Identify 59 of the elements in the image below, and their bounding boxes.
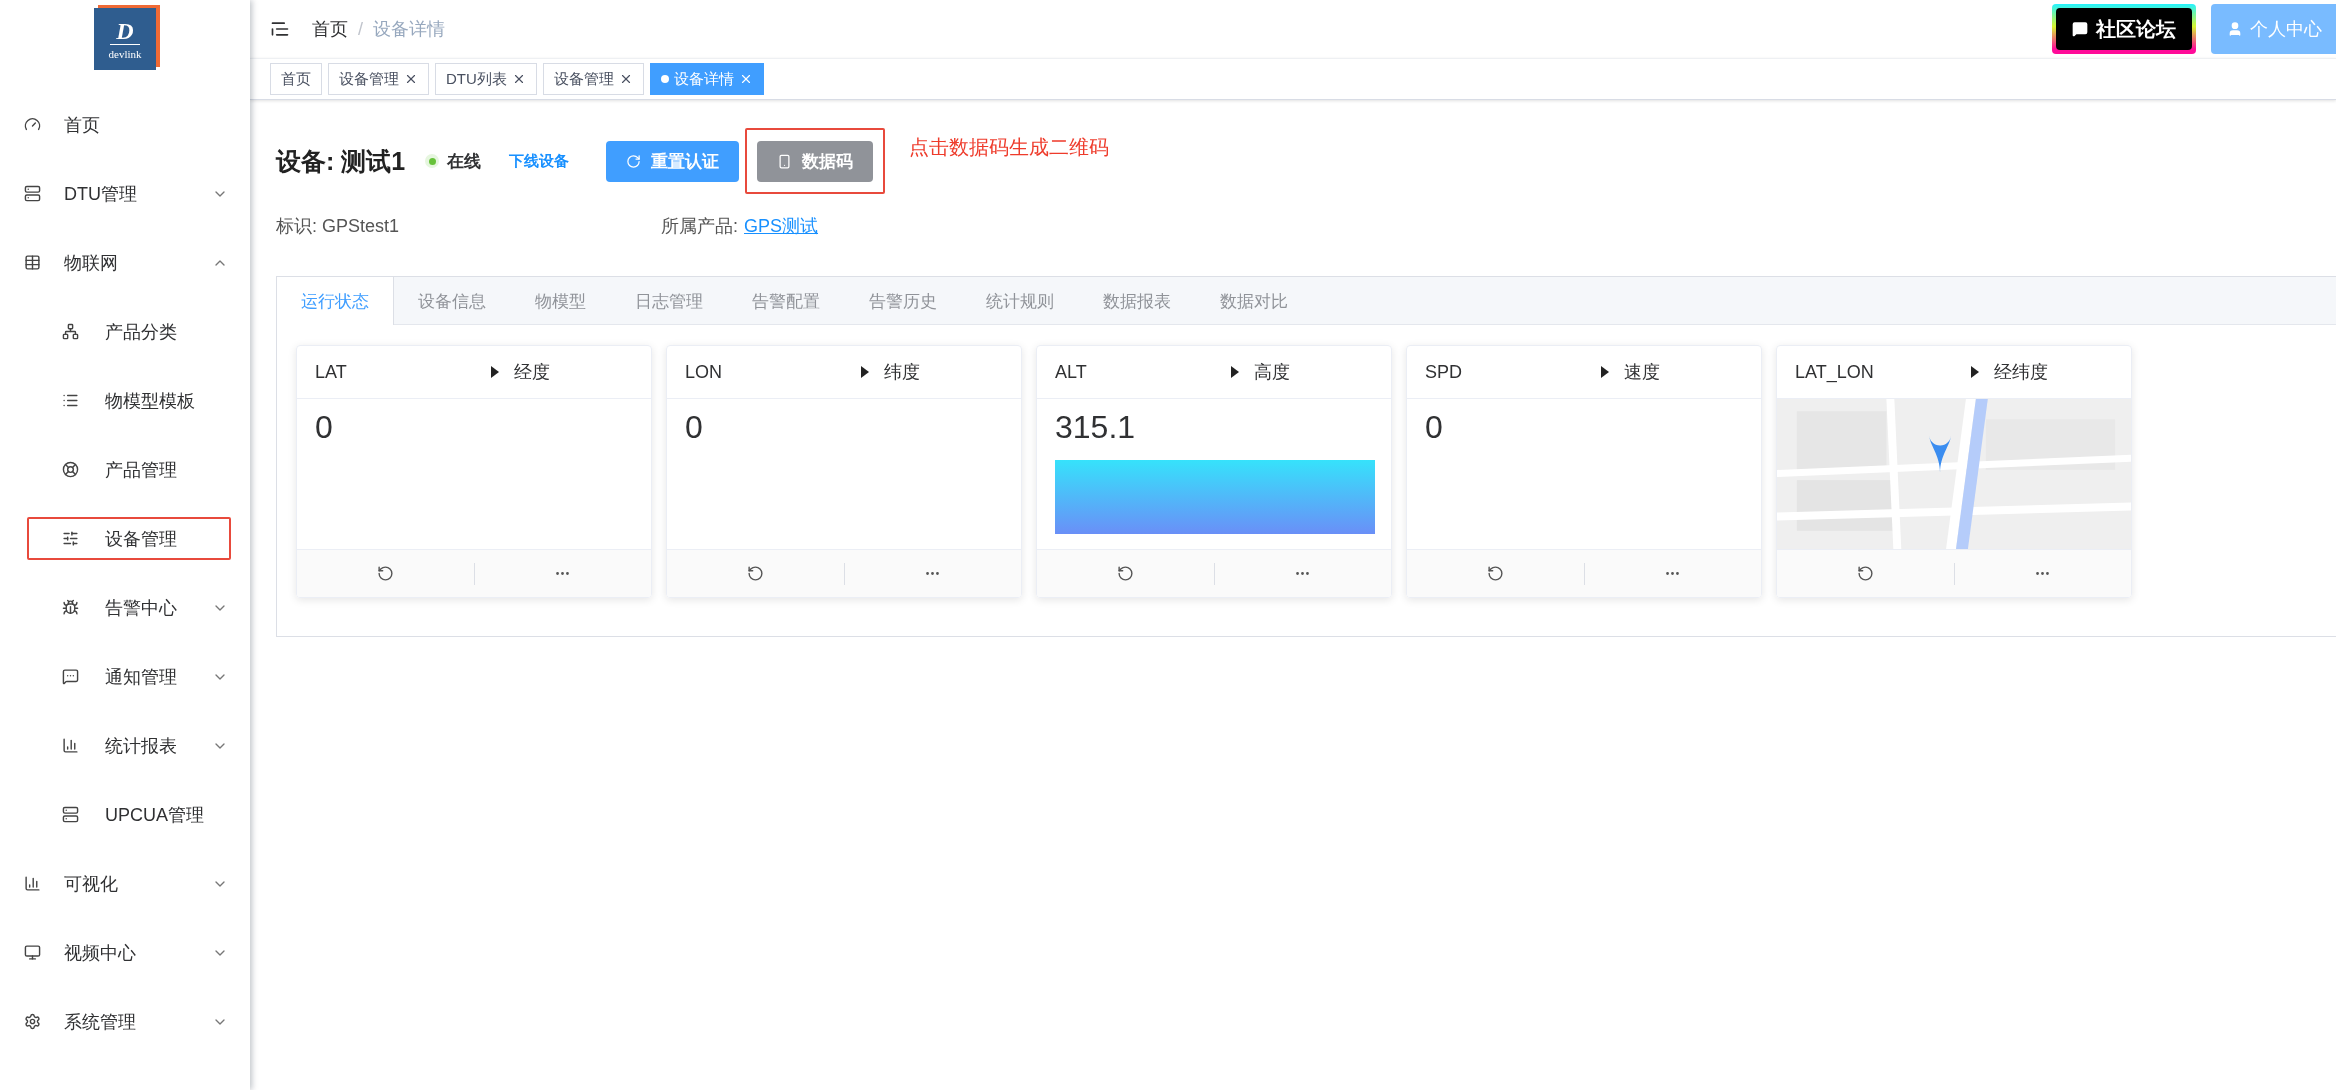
breadcrumb-item: 设备详情 (373, 18, 445, 41)
tag-tab[interactable]: 设备管理 (542, 63, 644, 95)
breadcrumb-item[interactable]: 首页 (312, 17, 348, 41)
status-text: 在线 (447, 150, 482, 173)
refresh-icon (626, 153, 642, 169)
logo-letter: D (110, 18, 140, 45)
submenu-item[interactable]: 物模型模板 (0, 366, 250, 435)
submenu-item[interactable]: UPCUA管理 (0, 780, 250, 849)
submenu-item[interactable]: 产品管理 (0, 435, 250, 504)
device-title: 设备: 测试1 (276, 145, 406, 177)
menu-item[interactable]: 可视化 (0, 849, 250, 918)
metric-id: ALT (1055, 361, 1088, 383)
metric-id: LON (685, 361, 723, 383)
metric-label: 纬度 (884, 361, 920, 384)
metric-value: 315.1 (1055, 409, 1137, 446)
refresh-icon[interactable] (1486, 565, 1504, 582)
menu-item[interactable]: 视频中心 (0, 918, 250, 987)
annotation-text: 点击数据码生成二维码 (909, 135, 1110, 160)
chat-icon (2072, 21, 2088, 37)
refresh-icon[interactable] (376, 565, 394, 582)
tag-tab[interactable]: DTU列表 (435, 63, 537, 95)
identifier-text: 标识: GPStest1 (276, 215, 401, 238)
forum-button[interactable]: 社区论坛 (2052, 4, 2196, 54)
caret-icon (1600, 366, 1610, 378)
product-label: 所属产品: (661, 215, 738, 238)
close-icon[interactable] (404, 72, 418, 86)
phone-icon (777, 153, 793, 169)
tag-tab[interactable]: 首页 (270, 63, 322, 95)
active-dot (660, 75, 669, 83)
submenu-item[interactable]: 统计报表 (0, 711, 250, 780)
metric-id: SPD (1425, 361, 1463, 383)
breadcrumb-separator: / (358, 18, 363, 40)
metric-value: 0 (315, 409, 334, 446)
submenu-item[interactable]: 告警中心 (0, 573, 250, 642)
user-icon (2227, 21, 2243, 37)
caret-icon (490, 366, 500, 378)
metric-id: LAT_LON (1795, 361, 1875, 383)
menu-item[interactable]: DTU管理 (0, 159, 250, 228)
menu-item[interactable]: 物联网 (0, 228, 250, 297)
refresh-icon[interactable] (1856, 565, 1874, 582)
menu-item[interactable]: 首页 (0, 90, 250, 159)
logo-name: devlink (108, 48, 142, 60)
caret-icon (1230, 366, 1240, 378)
metric-label: 经度 (514, 361, 550, 384)
metric-value: 0 (1425, 409, 1444, 446)
refresh-icon[interactable] (746, 565, 764, 582)
menu-item[interactable]: 系统管理 (0, 987, 250, 1056)
metric-id: LAT (315, 361, 348, 383)
tag-tab[interactable]: 设备管理 (328, 63, 429, 95)
submenu-item[interactable]: 通知管理 (0, 642, 250, 711)
caret-icon (860, 366, 870, 378)
submenu-item[interactable]: 设备管理 (0, 504, 250, 573)
metric-value: 0 (685, 409, 704, 446)
submenu-item[interactable]: 产品分类 (0, 297, 250, 366)
metric-label: 速度 (1624, 361, 1660, 384)
metric-label: 高度 (1254, 361, 1290, 384)
refresh-icon[interactable] (1116, 565, 1134, 582)
metric-label: 经纬度 (1994, 361, 2048, 384)
caret-icon (1970, 366, 1980, 378)
